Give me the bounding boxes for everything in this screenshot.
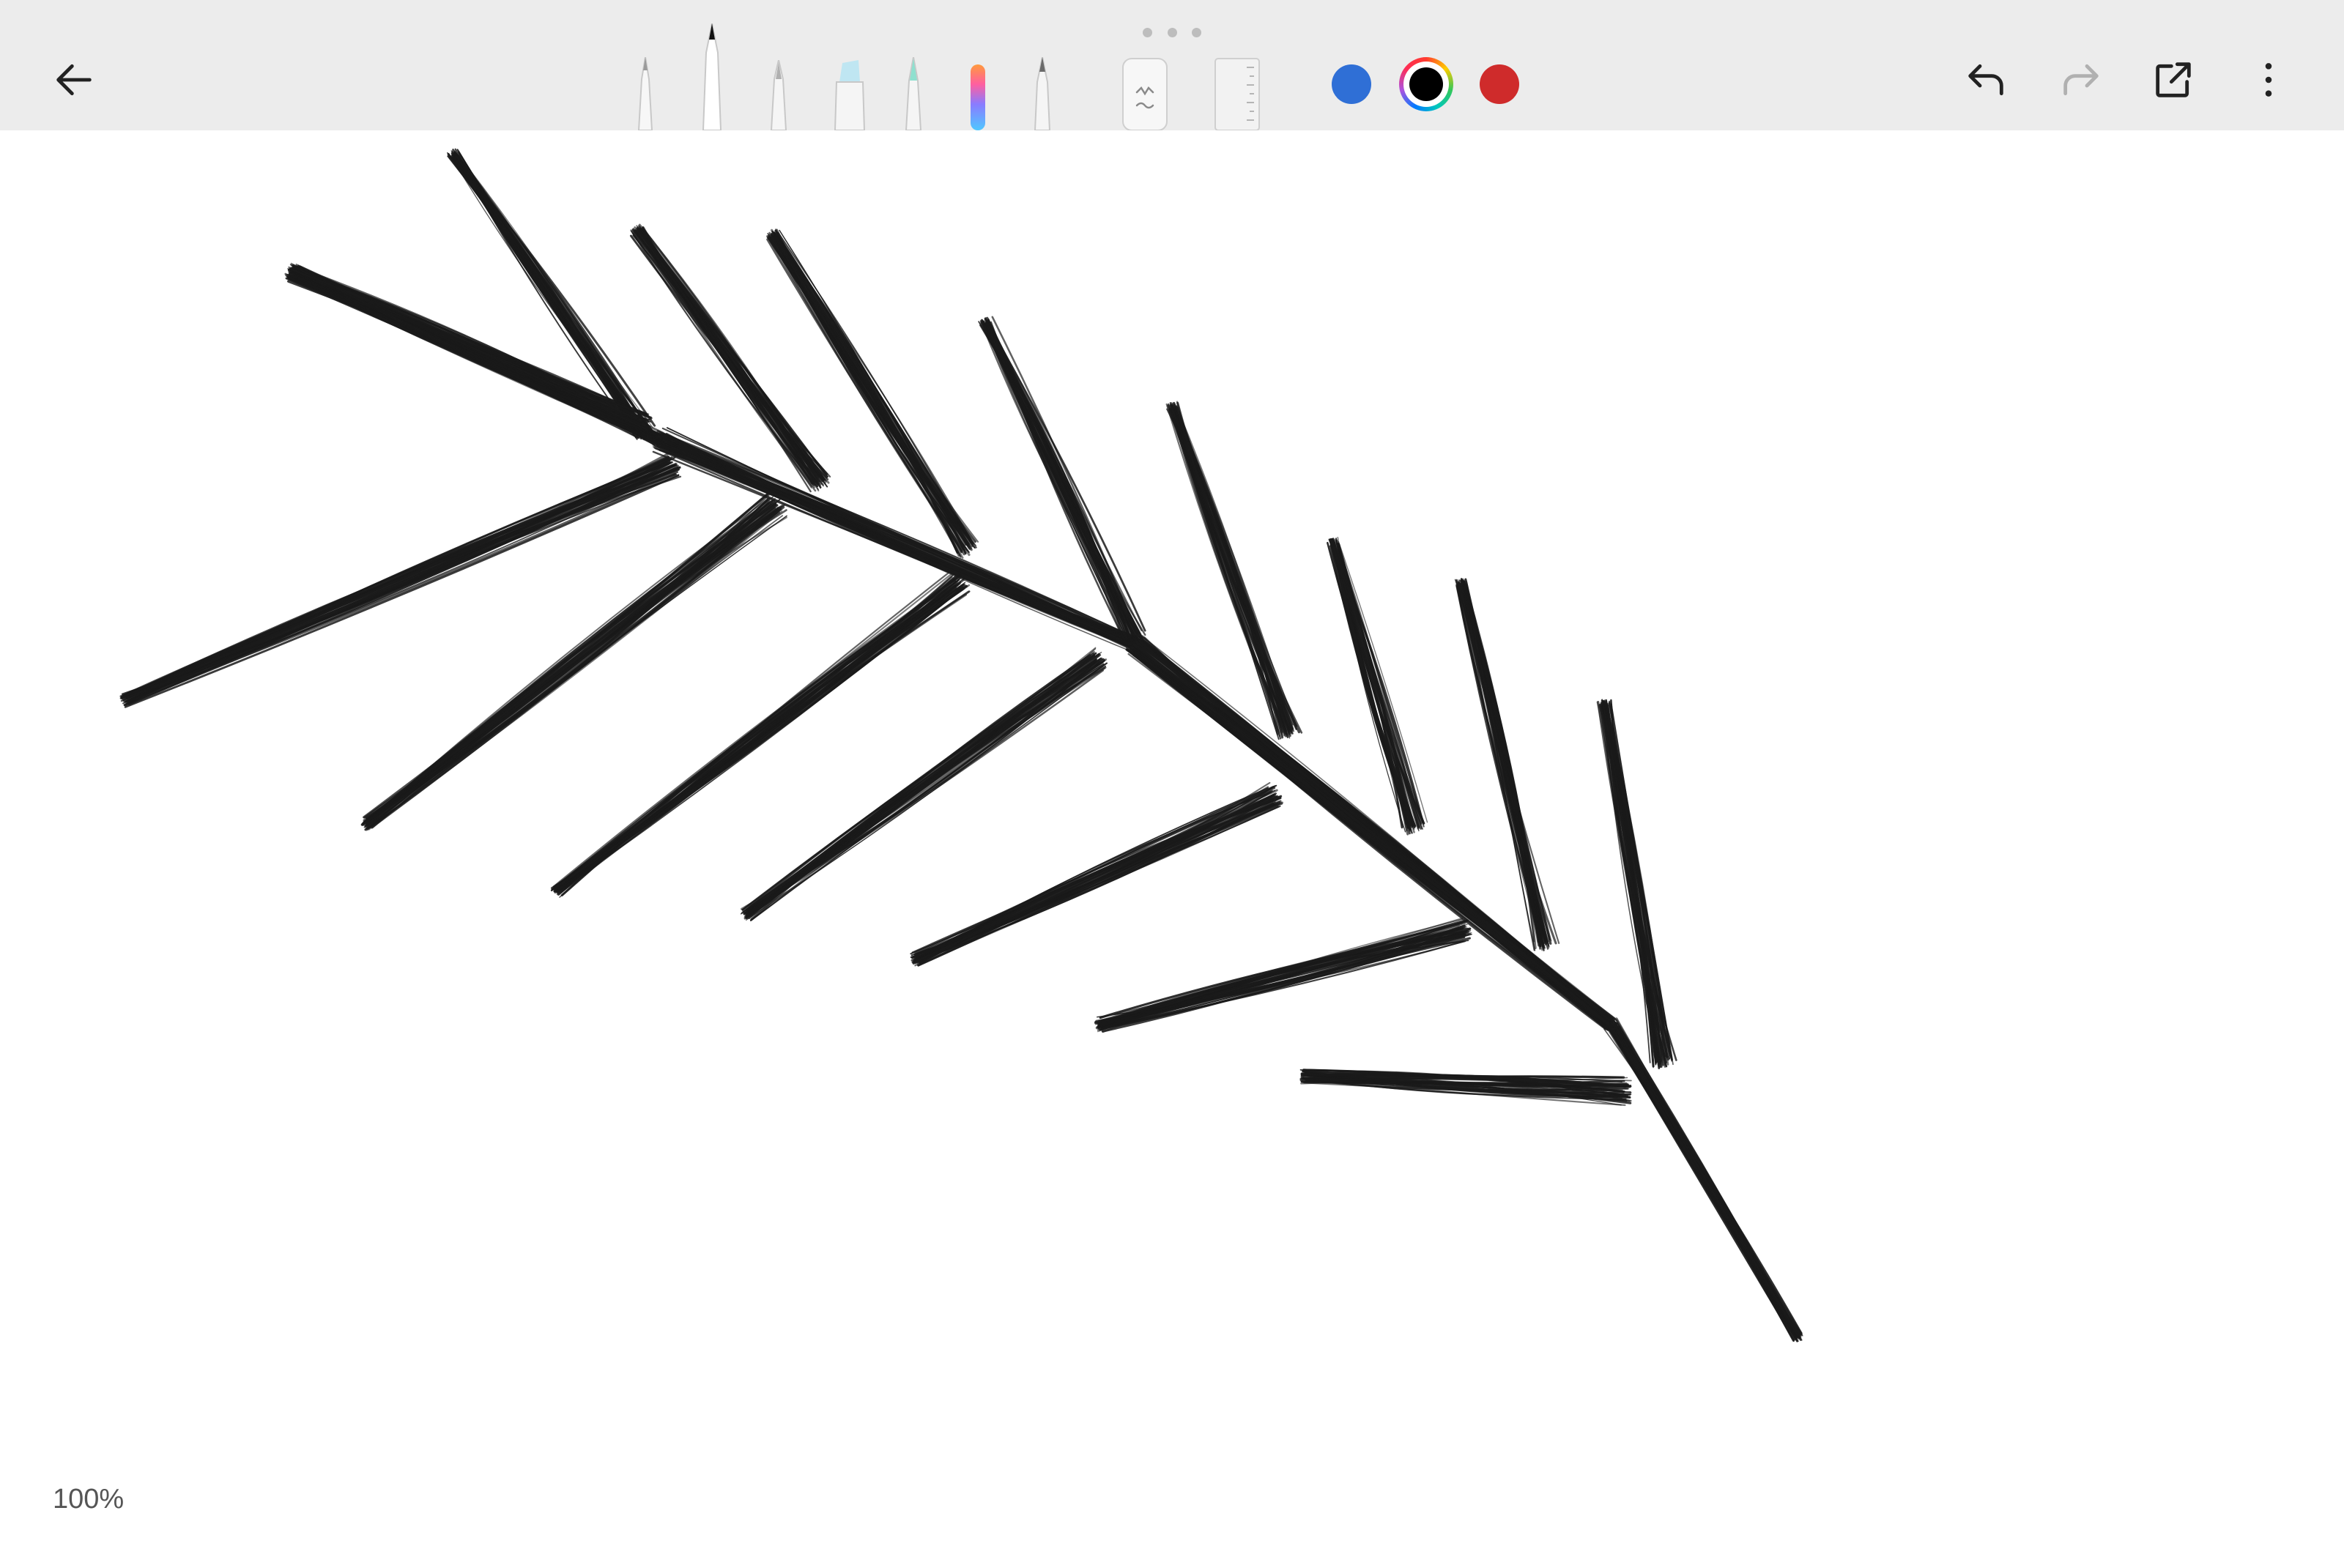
redo-button[interactable] — [2041, 40, 2121, 120]
marker-icon — [905, 57, 922, 130]
undo-icon — [1968, 64, 2003, 96]
fern-leaflet-upper-3 — [766, 228, 979, 559]
share-button[interactable] — [2133, 40, 2214, 120]
color-swatch-black-selected[interactable] — [1399, 57, 1453, 111]
fern-leaflet-lower-1 — [119, 451, 682, 708]
tool-eraser[interactable] — [1121, 57, 1169, 130]
calligraphy-pen-icon — [1034, 57, 1051, 130]
tool-calligraphy-pen[interactable] — [1030, 57, 1055, 130]
fern-leaflet-upper-7 — [1454, 578, 1560, 951]
ruler-icon — [1214, 58, 1260, 130]
color-swatch-blue[interactable] — [1332, 64, 1371, 104]
top-toolbar — [0, 0, 2344, 130]
fern-leaflet-lower-6 — [1094, 917, 1472, 1033]
fine-pen-icon — [637, 57, 653, 130]
tool-fine-pen[interactable] — [633, 57, 658, 130]
back-button[interactable] — [34, 40, 114, 120]
tool-ruler[interactable] — [1213, 57, 1261, 130]
fern-leaflet-lower-4 — [740, 647, 1108, 921]
tool-rainbow-pen[interactable] — [965, 60, 990, 130]
fern-sketch — [119, 148, 1803, 1342]
eraser-icon — [1122, 58, 1168, 130]
fern-leaflet-upper-6 — [1327, 536, 1428, 836]
fern-leaflet-lower-7 — [1299, 1069, 1632, 1107]
undo-button[interactable] — [1946, 40, 2026, 120]
drawing-canvas[interactable] — [0, 130, 2344, 1564]
color-swatch-black — [1409, 67, 1443, 101]
pen-tray — [615, 0, 1275, 130]
fern-leaflet-lower-5 — [910, 781, 1284, 967]
tool-pencil[interactable] — [697, 23, 727, 130]
tool-fountain-pen[interactable] — [766, 60, 791, 130]
tool-marker[interactable] — [901, 57, 926, 130]
more-vertical-icon — [2265, 63, 2272, 97]
zoom-level: 100% — [53, 1484, 125, 1515]
highlighter-icon — [834, 60, 866, 130]
tool-highlighter[interactable] — [829, 60, 870, 130]
fountain-pen-icon — [770, 60, 787, 130]
fern-stem-tip — [1603, 1017, 1803, 1342]
color-swatch-red[interactable] — [1480, 64, 1519, 104]
arrow-left-icon — [56, 64, 92, 96]
redo-icon — [2063, 64, 2099, 96]
pencil-icon — [702, 23, 722, 130]
share-external-icon — [2156, 62, 2191, 97]
more-button[interactable] — [2228, 40, 2309, 120]
fern-leaflet-lower-2 — [360, 492, 787, 831]
rainbow-pen-icon — [971, 64, 985, 130]
